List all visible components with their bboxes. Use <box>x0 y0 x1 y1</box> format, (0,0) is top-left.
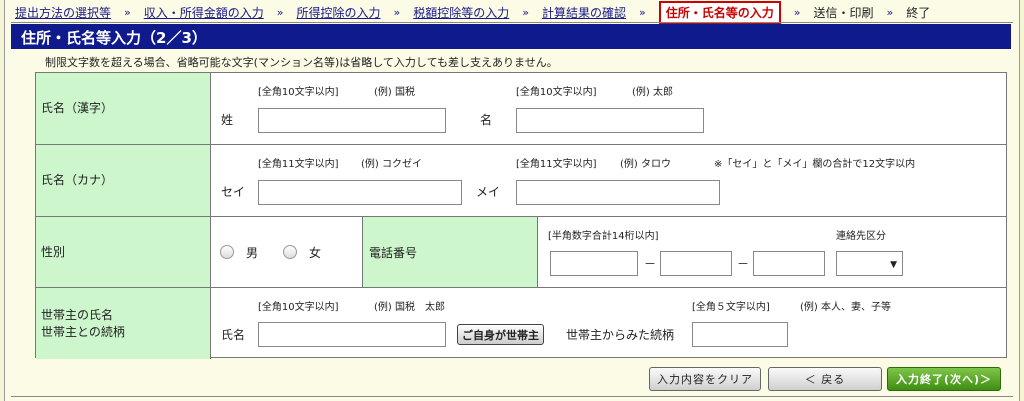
kana-length-note: ※「セイ」と「メイ」欄の合計で12文字以内 <box>714 159 916 170</box>
householder-name-hint: [全角10文字以内] <box>258 302 339 313</box>
label-householder: 世帯主の氏名 世帯主との続柄 <box>36 288 211 359</box>
relation-example: (例) 本人、妻、子等 <box>800 302 891 313</box>
phone-part3-input[interactable] <box>753 251 825 276</box>
row-householder: 世帯主の氏名 世帯主との続柄 [全角10文字以内] (例) 国税 太郎 氏名 ご… <box>36 288 1006 359</box>
row-name-kana: 氏名（カナ） [全角11文字以内] (例) コクゼイ セイ [全角11文字以内]… <box>36 145 1006 217</box>
crumb-filing-method[interactable]: 提出方法の選択等 <box>15 4 111 21</box>
crumb-separator: » <box>124 5 131 19</box>
mei-kana-example: (例) タロウ <box>620 159 671 170</box>
input-form-table: 氏名（漢字） [全角10文字以内] (例) 国税 姓 [全角10文字以内] (例… <box>35 72 1007 359</box>
radio-female[interactable] <box>283 245 297 259</box>
crumb-separator: » <box>393 5 401 19</box>
crumb-send-print: 送信・印刷 <box>813 5 874 20</box>
label-name-kana: 氏名（カナ） <box>36 145 211 216</box>
crumb-separator: » <box>639 5 646 19</box>
mei-kanji-hint: [全角10文字以内] <box>516 87 597 98</box>
female-label: 女 <box>309 246 322 260</box>
householder-name-label: 氏名 <box>221 328 246 342</box>
mei-kanji-label: 名 <box>480 113 493 127</box>
relation-hint: [全角５文字以内] <box>692 302 770 313</box>
breadcrumb: 提出方法の選択等 » 収入・所得金額の入力 » 所得控除の入力 » 税額控除等の… <box>15 0 931 24</box>
crumb-current-address-name: 住所・氏名等の入力 <box>658 0 781 24</box>
householder-name-example: (例) 国税 太郎 <box>374 302 445 313</box>
mei-kanji-input[interactable] <box>516 108 704 133</box>
crumb-separator: » <box>793 5 801 19</box>
contact-type-select[interactable]: ▼ <box>836 251 903 276</box>
phone-hint: [半角数字合計14桁以内] <box>548 231 659 242</box>
radio-male[interactable] <box>220 245 234 259</box>
crumb-separator: » <box>276 5 284 19</box>
sei-kanji-hint: [全角10文字以内] <box>258 87 339 98</box>
sei-kana-example: (例) コクゼイ <box>361 159 422 170</box>
sei-kanji-example: (例) 国税 <box>374 87 415 98</box>
contact-type-label: 連絡先区分 <box>836 231 886 242</box>
label-householder-relation: 世帯主との続柄 <box>41 324 125 339</box>
label-phone: 電話番号 <box>362 217 538 287</box>
sei-kanji-label: 姓 <box>221 113 234 127</box>
self-is-householder-button[interactable]: ご自身が世帯主 <box>457 324 544 345</box>
sei-kana-input[interactable] <box>258 180 462 205</box>
back-button[interactable]: ＜ 戻る <box>768 367 882 391</box>
notice-text: 制限文字数を超える場合、省略可能な文字(マンション名等)は省略して入力しても差し… <box>45 56 558 69</box>
row-gender-phone: 性別 男 女 電話番号 [半角数字合計14桁以内] 連絡先区分 － － ▼ <box>36 217 1006 288</box>
crumb-finish: 終了 <box>906 5 931 20</box>
sei-kana-label: セイ <box>221 185 246 199</box>
crumb-tax-credits[interactable]: 税額控除等の入力 <box>413 4 509 21</box>
phone-part2-input[interactable] <box>660 251 732 276</box>
label-householder-name: 世帯主の氏名 <box>41 307 114 322</box>
crumb-results[interactable]: 計算結果の確認 <box>542 4 626 21</box>
mei-kanji-example: (例) 太郎 <box>632 87 673 98</box>
householder-name-input[interactable] <box>258 322 446 347</box>
divider <box>11 22 1013 23</box>
crumb-separator: » <box>886 5 894 19</box>
sei-kana-hint: [全角11文字以内] <box>258 159 339 170</box>
phone-dash-2: － <box>737 257 750 271</box>
row-name-kanji: 氏名（漢字） [全角10文字以内] (例) 国税 姓 [全角10文字以内] (例… <box>36 73 1006 145</box>
label-gender: 性別 <box>36 217 211 287</box>
crumb-deductions[interactable]: 所得控除の入力 <box>297 4 381 21</box>
page-frame: 提出方法の選択等 » 収入・所得金額の入力 » 所得控除の入力 » 税額控除等の… <box>4 0 1020 401</box>
sei-kanji-input[interactable] <box>258 108 446 133</box>
crumb-separator: » <box>522 5 529 19</box>
phone-dash-1: － <box>644 257 657 271</box>
page-title: 住所・氏名等入力（2／3） <box>11 24 1011 49</box>
relation-input[interactable] <box>692 322 788 347</box>
relation-label: 世帯主からみた続柄 <box>566 328 675 342</box>
next-button[interactable]: 入力終了(次へ)＞ <box>887 367 1001 391</box>
crumb-income[interactable]: 収入・所得金額の入力 <box>144 4 264 21</box>
male-label: 男 <box>246 246 259 260</box>
mei-kana-label: メイ <box>476 185 501 199</box>
phone-part1-input[interactable] <box>550 251 638 276</box>
mei-kana-input[interactable] <box>516 180 720 205</box>
clear-button[interactable]: 入力内容をクリア <box>649 367 761 391</box>
divider <box>11 396 1013 397</box>
chevron-down-icon: ▼ <box>890 260 897 270</box>
label-name-kanji: 氏名（漢字） <box>36 73 211 144</box>
mei-kana-hint: [全角11文字以内] <box>516 159 597 170</box>
